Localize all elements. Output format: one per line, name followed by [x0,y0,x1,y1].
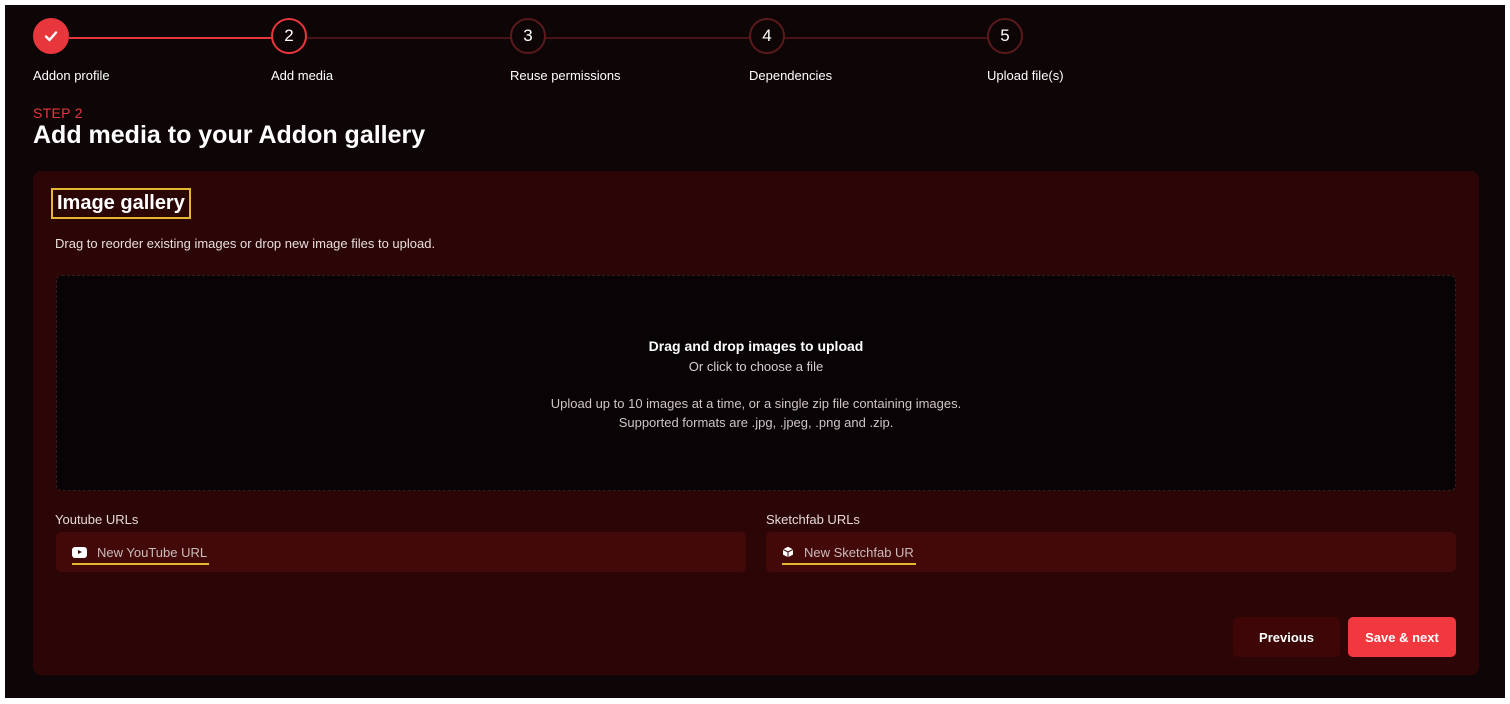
checkmark-icon [44,31,58,42]
youtube-url-box [56,532,746,572]
sketchfab-url-input[interactable] [804,544,914,560]
step-1-circle [33,18,69,54]
step-label: Dependencies [749,68,833,83]
image-gallery-description: Drag to reorder existing images or drop … [55,236,436,251]
sketchfab-cube-icon [782,546,794,558]
step-4-circle: 4 [749,18,785,54]
youtube-urls-label: Youtube URLs [55,512,139,527]
step-kicker: STEP 2 [33,105,83,121]
step-reuse-permissions[interactable]: 3 Reuse permissions [510,18,730,83]
step-addon-profile[interactable]: Addon profile [33,18,253,83]
sketchfab-input-wrap [782,541,916,565]
youtube-icon [72,546,87,558]
sketchfab-url-box [766,532,1456,572]
step-label: Add media [271,68,334,83]
app-frame: Addon profile 2 Add media 3 Reuse permis… [5,5,1505,698]
youtube-input-wrap [72,541,209,565]
step-dependencies[interactable]: 4 Dependencies [749,18,969,83]
dropzone-info-line: Upload up to 10 images at a time, or a s… [550,396,962,411]
step-add-media[interactable]: 2 Add media [271,18,491,83]
dropzone-info: Upload up to 10 images at a time, or a s… [57,394,1455,432]
step-label: Upload file(s) [987,68,1064,83]
step-label: Addon profile [33,68,110,83]
step-2-circle: 2 [271,18,307,54]
dropzone-info-line: Supported formats are .jpg, .jpeg, .png … [618,415,894,430]
dropzone-subtitle: Or click to choose a file [688,359,824,374]
image-dropzone[interactable]: Drag and drop images to upload Or click … [56,275,1456,491]
previous-button[interactable]: Previous [1233,617,1340,657]
step-3-circle: 3 [510,18,546,54]
sketchfab-urls-label: Sketchfab URLs [766,512,860,527]
step-upload-files[interactable]: 5 Upload file(s) [987,18,1207,83]
media-card: Image gallery Drag to reorder existing i… [33,171,1479,675]
step-5-circle: 5 [987,18,1023,54]
youtube-url-input[interactable] [97,544,207,560]
page-title: Add media to your Addon gallery [33,121,426,149]
image-gallery-title: Image gallery [51,188,191,219]
step-label: Reuse permissions [510,68,621,83]
save-and-next-button[interactable]: Save & next [1348,617,1456,657]
dropzone-title: Drag and drop images to upload [648,338,864,354]
progress-stepper: Addon profile 2 Add media 3 Reuse permis… [5,5,1505,95]
